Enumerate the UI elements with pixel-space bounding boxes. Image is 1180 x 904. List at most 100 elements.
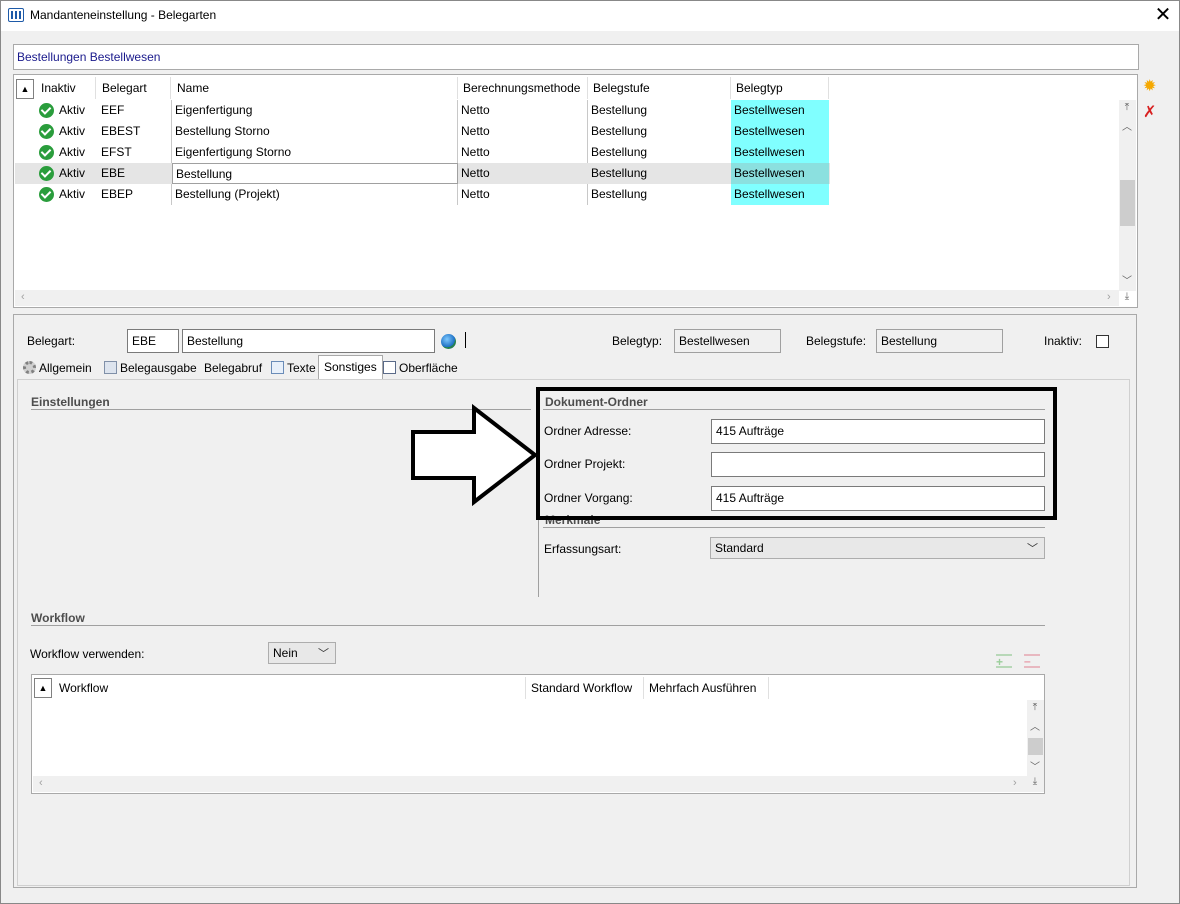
row-name: Eigenfertigung [175, 103, 253, 117]
scroll-up-icon[interactable]: ︿ [1120, 118, 1134, 133]
workflow-verwenden-dropdown[interactable]: Nein ﹀ [268, 642, 336, 664]
workflow-grid[interactable]: ▲ Workflow Standard Workflow Mehrfach Au… [31, 674, 1045, 794]
scroll-down-icon[interactable]: ﹀ [1120, 272, 1134, 287]
scroll-left-icon[interactable]: ‹ [21, 291, 25, 303]
row-typ: Bestellwesen [731, 163, 829, 184]
tab-oberflaeche[interactable]: Oberfläche [380, 357, 458, 379]
horizontal-scrollbar[interactable]: ‹ › [33, 776, 1027, 792]
row-methode: Netto [461, 124, 490, 138]
vertical-scrollbar[interactable]: ⤒ ︿ ﹀ ⤓ [1027, 700, 1044, 792]
row-inaktiv: Aktiv [59, 103, 86, 117]
globe-icon[interactable] [441, 334, 456, 349]
scroll-down-icon[interactable]: ﹀ [1028, 758, 1042, 773]
scroll-top-icon[interactable]: ⤒ [1120, 102, 1134, 113]
tab-label: Belegabruf [204, 361, 263, 375]
scroll-bottom-icon[interactable]: ⤓ [1120, 291, 1134, 302]
column-header-belegstufe[interactable]: Belegstufe [588, 77, 731, 99]
red-x-delete-icon[interactable]: ✗ [1143, 105, 1156, 121]
tab-belegausgabe[interactable]: Belegausgabe [101, 357, 197, 379]
erfassungsart-dropdown[interactable]: Standard ﹀ [710, 537, 1045, 559]
erfassungsart-value: Standard [715, 541, 764, 555]
tab-texte[interactable]: Texte [268, 357, 316, 379]
row-belegart: EFST [101, 145, 132, 159]
belegart-code-field[interactable]: EBE [127, 329, 179, 353]
remove-row-icon[interactable]: – [1024, 654, 1040, 668]
row-name: Bestellung Storno [175, 124, 270, 138]
row-typ: Bestellwesen [731, 121, 829, 142]
row-methode: Netto [461, 145, 490, 159]
row-stufe: Bestellung [591, 166, 648, 180]
highlight-rectangle [536, 387, 1057, 520]
scrollbar-thumb[interactable] [1028, 738, 1043, 755]
workflow-header: Workflow [31, 611, 85, 625]
belegtyp-label: Belegtyp: [612, 334, 663, 348]
inaktiv-checkbox[interactable] [1096, 335, 1109, 348]
sort-updown-icon[interactable]: ▲ [34, 678, 52, 698]
column-header-standard-workflow[interactable]: Standard Workflow [526, 677, 644, 699]
belegtyp-field: Bestellwesen [674, 329, 781, 353]
row-name-editor[interactable]: Bestellung [172, 163, 458, 184]
row-stufe: Bestellung [591, 124, 648, 138]
tab-label: Belegausgabe [120, 361, 197, 375]
table-row[interactable]: Aktiv EBEP Bestellung (Projekt) Netto Be… [15, 184, 830, 205]
horizontal-scrollbar[interactable]: ‹ › [15, 290, 1119, 306]
column-header-belegtyp[interactable]: Belegtyp [731, 77, 829, 99]
row-stufe: Bestellung [591, 145, 648, 159]
text-cursor [465, 332, 466, 348]
tab-sonstiges[interactable]: Sonstiges [318, 355, 383, 379]
table-row-selected[interactable]: Aktiv EBE Bestellung Netto Bestellung Be… [15, 163, 830, 184]
close-button[interactable]: ✕ [1150, 2, 1176, 28]
tab-belegabruf[interactable]: Belegabruf [201, 357, 262, 379]
workflow-verwenden-value: Nein [273, 646, 298, 660]
tab-allgemein[interactable]: Allgemein [20, 357, 92, 379]
belegstufe-field: Bestellung [876, 329, 1003, 353]
row-methode: Netto [461, 166, 490, 180]
scroll-bottom-icon[interactable]: ⤓ [1028, 776, 1042, 787]
filter-field[interactable]: Bestellungen Bestellwesen [13, 44, 1139, 70]
column-header-workflow[interactable]: Workflow [54, 677, 526, 699]
column-header-name[interactable]: Name [172, 77, 458, 99]
column-header-mehrfach-ausfuehren[interactable]: Mehrfach Ausführen [644, 677, 769, 699]
check-circle-icon [39, 124, 54, 139]
row-typ: Bestellwesen [731, 184, 829, 205]
belegstufe-label: Belegstufe: [806, 334, 867, 348]
form-icon [383, 361, 396, 374]
tab-label: Allgemein [39, 361, 92, 375]
notepad-icon [271, 361, 284, 374]
row-methode: Netto [461, 187, 490, 201]
table-row[interactable]: Aktiv EEF Eigenfertigung Netto Bestellun… [15, 100, 830, 121]
row-inaktiv: Aktiv [59, 145, 86, 159]
row-stufe: Bestellung [591, 103, 648, 117]
chevron-down-icon: ﹀ [318, 648, 329, 660]
vertical-scrollbar[interactable]: ⤒ ︿ ﹀ ⤓ [1119, 100, 1136, 302]
row-stufe: Bestellung [591, 187, 648, 201]
row-inaktiv: Aktiv [59, 187, 86, 201]
table-row[interactable]: Aktiv EBEST Bestellung Storno Netto Best… [15, 121, 830, 142]
column-header-inaktiv[interactable]: Inaktiv [36, 77, 96, 99]
scroll-left-icon[interactable]: ‹ [39, 777, 43, 789]
row-name: Bestellung (Projekt) [175, 187, 280, 201]
app-icon [8, 8, 24, 22]
tab-label: Oberfläche [399, 361, 458, 375]
sun-new-icon[interactable]: ✹ [1143, 79, 1156, 95]
scrollbar-thumb[interactable] [1120, 180, 1135, 226]
table-row[interactable]: Aktiv EFST Eigenfertigung Storno Netto B… [15, 142, 830, 163]
add-row-icon[interactable]: + [996, 654, 1012, 669]
scroll-up-icon[interactable]: ︿ [1028, 718, 1042, 733]
scroll-right-icon[interactable]: › [1107, 291, 1111, 303]
inaktiv-label: Inaktiv: [1044, 334, 1083, 348]
sort-updown-icon[interactable]: ▲ [16, 79, 34, 99]
belegarten-grid[interactable]: ▲ Inaktiv Belegart Name Berechnungsmetho… [13, 74, 1138, 308]
chevron-down-icon: ﹀ [1027, 543, 1038, 555]
column-header-berechnungsmethode[interactable]: Berechnungsmethode [458, 77, 588, 99]
check-circle-icon [39, 103, 54, 118]
row-belegart: EEF [101, 103, 125, 117]
row-typ: Bestellwesen [731, 142, 829, 163]
row-belegart: EBEP [101, 187, 134, 201]
belegart-name-field[interactable]: Bestellung [182, 329, 435, 353]
einstellungen-header: Einstellungen [31, 395, 110, 409]
scroll-top-icon[interactable]: ⤒ [1028, 702, 1042, 713]
scroll-right-icon[interactable]: › [1013, 777, 1017, 789]
row-belegart: EBE [101, 166, 126, 180]
column-header-belegart[interactable]: Belegart [97, 77, 171, 99]
